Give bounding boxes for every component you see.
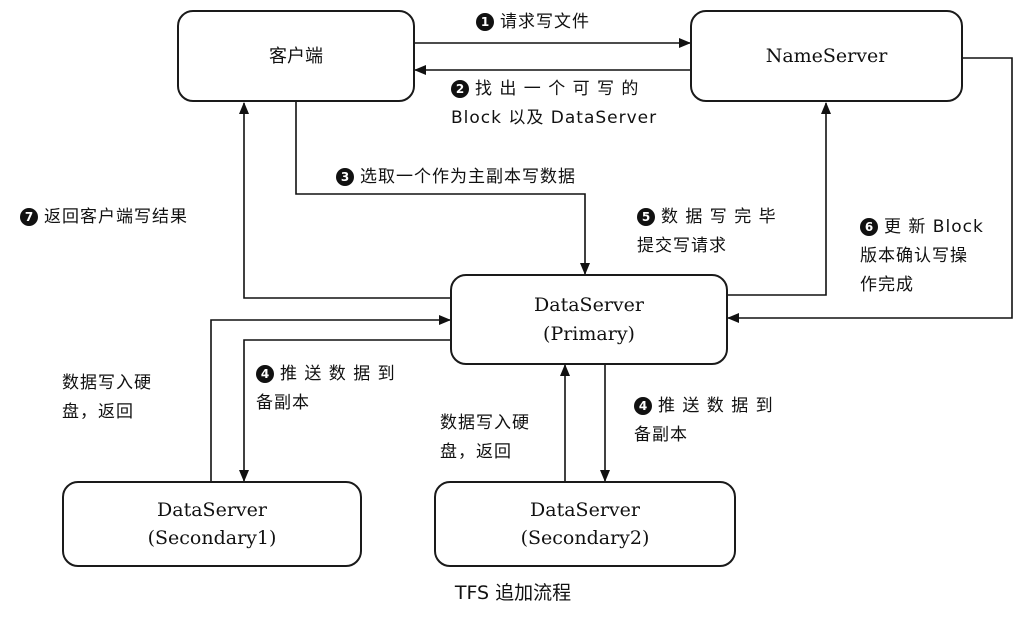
step6-label: 6更 新 Block 版本确认写操 作完成 (860, 217, 984, 295)
secondary1-name: DataServer (157, 498, 267, 521)
step2-badge: 2 (451, 80, 469, 98)
arrow-step5 (728, 102, 831, 296)
step5-badge: 5 (637, 208, 655, 226)
diagram-caption: TFS 追加流程 (454, 582, 572, 604)
nameserver-label: NameServer (765, 44, 888, 67)
secondary2-role: (Secondary2) (520, 527, 650, 549)
step4a-badge: 4 (256, 365, 274, 383)
step7-badge: 7 (20, 208, 38, 226)
step1-label: 1 请求写文件 (476, 8, 590, 37)
primary-role: (Primary) (543, 322, 635, 345)
step7-label: 7 返回客户端写结果 (20, 203, 188, 232)
step1-badge: 1 (476, 13, 494, 31)
secondary2-write-note: 数据写入硬 盘，返回 (440, 413, 530, 462)
step5-label: 5数 据 写 完 毕 提交写请求 (637, 207, 777, 256)
step6-badge: 6 (860, 218, 878, 236)
secondary1-role: (Secondary1) (147, 527, 277, 549)
primary-dataserver-node: DataServer (Primary) (450, 274, 728, 365)
step4-secondary2-label: 4推 送 数 据 到 备副本 (634, 396, 774, 445)
secondary1-write-note: 数据写入硬 盘，返回 (62, 373, 152, 422)
step2-label: 2找 出 一 个 可 写 的 Block 以及 DataServer (451, 79, 658, 128)
secondary2-dataserver-node: DataServer (Secondary2) (434, 481, 736, 567)
secondary1-dataserver-node: DataServer (Secondary1) (62, 481, 362, 567)
secondary2-name: DataServer (530, 498, 640, 521)
step4-secondary1-label: 4推 送 数 据 到 备副本 (256, 364, 396, 413)
client-node: 客户端 (177, 10, 415, 102)
client-label: 客户端 (269, 45, 323, 67)
primary-name: DataServer (534, 294, 644, 316)
step3-badge: 3 (336, 168, 354, 186)
step4b-badge: 4 (634, 397, 652, 415)
nameserver-node: NameServer (690, 10, 963, 102)
step3-label: 3 选取一个作为主副本写数据 (336, 163, 576, 192)
arrow-step7 (239, 102, 450, 299)
